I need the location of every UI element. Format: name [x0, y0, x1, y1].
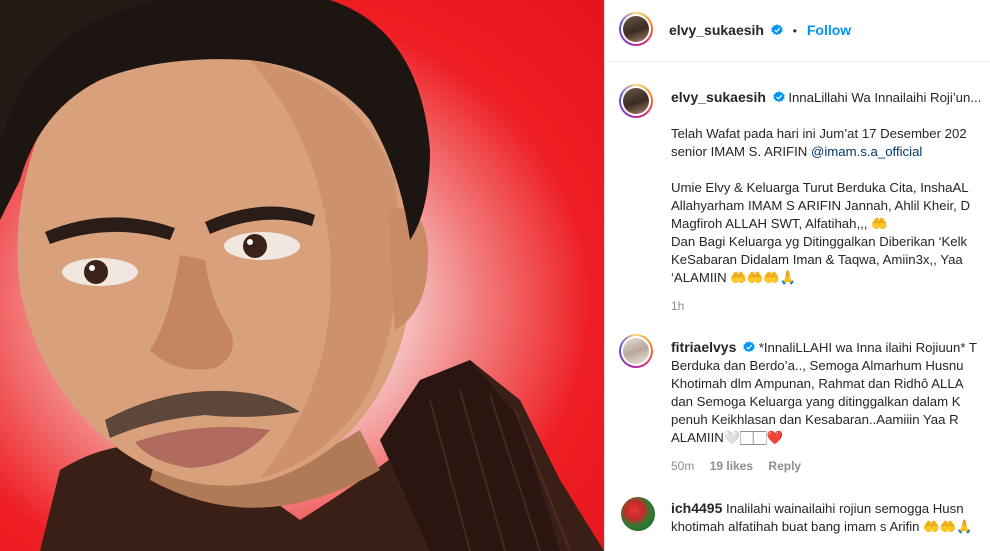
- header-row: elvy_sukaesih • Follow: [669, 22, 851, 38]
- caption-time[interactable]: 1h: [671, 299, 684, 313]
- caption-line: [671, 161, 981, 179]
- post-photo[interactable]: [0, 0, 604, 551]
- comment-line: *InnaliLLAHI wa Inna ilaihi Rojiuun* T: [758, 340, 977, 355]
- mention-link[interactable]: @imam.s.a_official: [811, 144, 922, 159]
- comment-line: ALAMIIN🤍🏻🏻❤️: [671, 430, 783, 445]
- verified-badge-icon: [772, 91, 785, 103]
- comment-meta: 50m 19 likes Reply: [671, 457, 977, 475]
- caption-line: Dan Bagi Keluarga yg Ditinggalkan Diberi…: [671, 234, 968, 249]
- comment-username[interactable]: ich4495: [671, 500, 722, 516]
- caption-body: elvy_sukaesih InnaLillahi Wa Innailaihi …: [671, 88, 981, 315]
- caption-line: Magfiroh ALLAH SWT, Alfatihah,,, 🤲: [671, 216, 888, 231]
- comment-line: khotimah alfatihah buat bang imam s Arif…: [671, 519, 973, 534]
- follow-button[interactable]: Follow: [807, 22, 851, 38]
- caption-line: senior IMAM S. ARIFIN: [671, 144, 808, 159]
- caption-line: ‘ALAMIIN 🤲🤲🤲🙏: [671, 270, 797, 285]
- caption-line: Allahyarham IMAM S ARIFIN Jannah, Ahlil …: [671, 198, 971, 213]
- reply-button[interactable]: Reply: [768, 459, 801, 473]
- comment-avatar[interactable]: [621, 497, 655, 531]
- verified-badge-icon: [771, 24, 783, 36]
- man-portrait-image: [0, 0, 604, 551]
- header-username[interactable]: elvy_sukaesih: [669, 22, 764, 38]
- comment-avatar[interactable]: [619, 334, 653, 368]
- caption-avatar[interactable]: [619, 84, 653, 118]
- caption-line: Umie Elvy & Keluarga Turut Berduka Cita,…: [671, 180, 969, 195]
- separator-dot: •: [792, 24, 797, 38]
- caption-line: [671, 107, 981, 125]
- comment-likes[interactable]: 19 likes: [710, 459, 753, 473]
- comment-line: penuh Keikhlasan dan Kesabaran..Aamiiin …: [671, 412, 959, 427]
- caption-line: Telah Wafat pada hari ini Jum’at 17 Dese…: [671, 126, 967, 141]
- verified-badge-icon: [743, 341, 755, 353]
- post-header: elvy_sukaesih • Follow: [605, 0, 990, 62]
- comment-username[interactable]: fitriaelvys: [671, 339, 736, 355]
- comment-line: Berduka dan Berdo’a.., Semoga Almarhum H…: [671, 358, 964, 373]
- avatar[interactable]: [619, 12, 653, 46]
- comment-body: fitriaelvys *InnaliLLAHI wa Inna ilaihi …: [671, 338, 977, 475]
- post-sidebar: elvy_sukaesih • Follow elvy_sukaesih Inn…: [604, 0, 990, 551]
- comment-time[interactable]: 50m: [671, 459, 694, 473]
- comment-line: Inalilahi wainailaihi rojiun semogga Hus…: [726, 501, 964, 516]
- comment-body: ich4495 Inalilahi wainailaihi rojiun sem…: [671, 499, 972, 536]
- caption-line: InnaLillahi Wa Innailaihi Roji’un...: [788, 90, 982, 105]
- comment-line: dan Semoga Keluarga yang ditinggalkan da…: [671, 394, 961, 409]
- caption-username[interactable]: elvy_sukaesih: [671, 89, 766, 105]
- caption-line: KeSabaran Didalam Iman & Taqwa, Amiin3x,…: [671, 252, 963, 267]
- caption-meta: 1h: [671, 297, 981, 315]
- comment-line: Khotimah dlm Ampunan, Rahmat dan Ridhô A…: [671, 376, 964, 391]
